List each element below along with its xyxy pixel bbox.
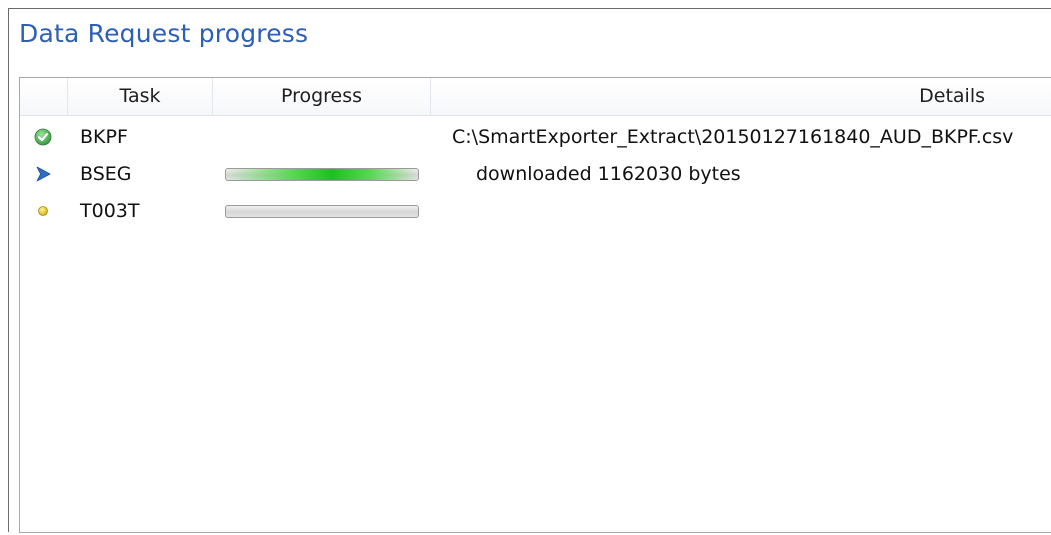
list-header: Task Progress Details (20, 78, 1051, 116)
progress-bar (225, 205, 419, 218)
check-circle-icon (34, 128, 52, 146)
task-details: downloaded 1162030 bytes (476, 163, 741, 185)
column-header-task[interactable]: Task (68, 78, 213, 115)
list-item[interactable]: BKPF C:\SmartExporter_Extract\2015012716… (20, 119, 1051, 156)
data-request-progress-window: Data Request progress Task Progress Deta… (8, 8, 1051, 533)
progress-bar (225, 168, 419, 181)
window-title: Data Request progress (19, 19, 309, 48)
yellow-dot-icon (38, 206, 48, 216)
column-header-details[interactable]: Details (431, 78, 1051, 115)
column-header-progress[interactable]: Progress (213, 78, 431, 115)
list-item[interactable]: BSEG downloaded 1162030 bytes (20, 156, 1051, 193)
task-name: T003T (80, 200, 140, 222)
play-arrow-icon (36, 166, 51, 182)
task-list[interactable]: Task Progress Details BKPF C:\SmartExpor… (19, 77, 1051, 533)
task-details: C:\SmartExporter_Extract\20150127161840_… (452, 126, 1014, 148)
task-name: BKPF (80, 126, 128, 148)
task-name: BSEG (80, 163, 132, 185)
progress-fill (226, 169, 418, 180)
list-item[interactable]: T003T (20, 193, 1051, 230)
column-header-status[interactable] (20, 78, 68, 115)
